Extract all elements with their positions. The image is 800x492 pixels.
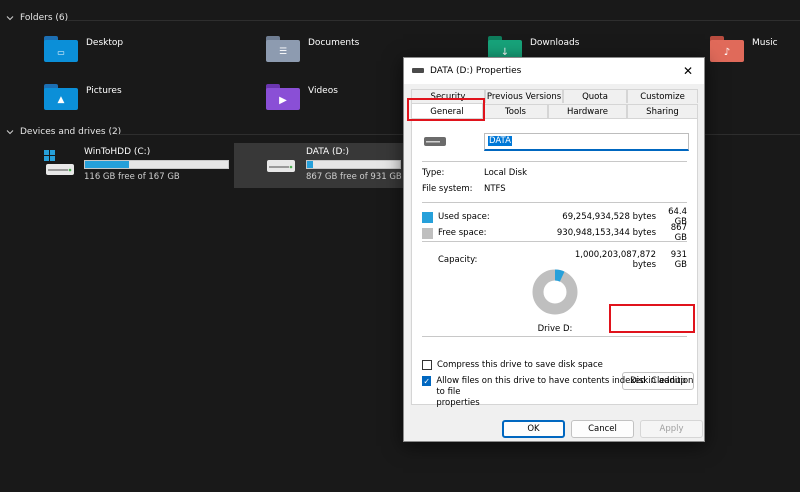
used-space-label: Used space:: [438, 212, 490, 222]
tab-customize[interactable]: Customize: [627, 89, 698, 103]
general-tab-panel: DATA Type: Local Disk File system: NTFS …: [411, 118, 698, 408]
file-system-row: File system: NTFS: [422, 184, 506, 194]
folder-name: Videos: [308, 86, 338, 96]
apply-button[interactable]: Apply: [640, 420, 703, 438]
capacity-label: Capacity:: [438, 255, 478, 265]
tab-quota[interactable]: Quota: [563, 89, 627, 103]
pictures-folder-icon: ▲: [44, 84, 78, 110]
compress-option[interactable]: Compress this drive to save disk space: [422, 360, 603, 370]
index-label-line1: Allow files on this drive to have conten…: [436, 376, 694, 397]
hard-drive-icon: [412, 68, 424, 73]
apply-label: Apply: [659, 424, 684, 434]
chevron-down-icon: [6, 16, 14, 21]
free-space-bytes: 930,948,153,344 bytes: [556, 228, 656, 238]
windows-drive-icon: [44, 150, 74, 180]
drives-section-header[interactable]: Devices and drives (2): [6, 127, 121, 137]
disk-usage-donut-chart: [532, 269, 578, 315]
free-space-swatch: [422, 227, 433, 239]
tab-previous-versions[interactable]: Previous Versions: [485, 89, 563, 103]
divider: [422, 336, 687, 337]
chevron-down-icon: [6, 130, 14, 135]
drive-label-input[interactable]: DATA: [484, 133, 689, 151]
drive-tile-c[interactable]: WinToHDD (C:) 116 GB free of 167 GB: [44, 147, 229, 182]
ok-button[interactable]: OK: [502, 420, 565, 438]
dialog-title: DATA (D:) Properties: [430, 66, 522, 76]
close-icon[interactable]: ✕: [680, 63, 696, 79]
file-system-value: NTFS: [484, 184, 506, 194]
capacity-gb: 931 GB: [670, 250, 687, 270]
general-tab-highlight-annotation: [407, 98, 485, 121]
tab-sharing[interactable]: Sharing: [627, 104, 698, 118]
drives-header-label: Devices and drives (2): [20, 127, 122, 137]
free-space-label: Free space:: [438, 228, 487, 238]
folder-tile-pictures[interactable]: ▲ Pictures: [44, 84, 122, 110]
free-space-gb: 867 GB: [670, 223, 687, 243]
used-space-bytes: 69,254,934,528 bytes: [562, 212, 656, 222]
drive-usage-bar: [84, 160, 229, 169]
folders-section-header[interactable]: Folders (6): [6, 13, 68, 23]
drive-free-space: 867 GB free of 931 GB: [306, 172, 402, 182]
index-label-line2: properties: [436, 398, 480, 408]
free-space-row: Free space: 930,948,153,344 bytes 867 GB: [422, 223, 687, 243]
folder-name: Downloads: [530, 38, 580, 48]
hard-drive-icon: [424, 137, 446, 146]
drive-usage-bar: [306, 160, 401, 169]
music-folder-icon: ♪: [710, 36, 744, 62]
drive-tile-d[interactable]: DATA (D:) 867 GB free of 931 GB: [266, 147, 402, 182]
compress-checkbox[interactable]: [422, 360, 432, 370]
videos-folder-icon: ▶: [266, 84, 300, 110]
folder-tile-desktop[interactable]: ▭ Desktop: [44, 36, 123, 62]
folder-tile-music[interactable]: ♪ Music: [710, 36, 778, 62]
type-row: Type: Local Disk: [422, 168, 527, 178]
tab-hardware[interactable]: Hardware: [548, 104, 627, 118]
folder-name: Desktop: [86, 38, 124, 48]
drive-caption: Drive D:: [537, 324, 573, 334]
index-option[interactable]: ✓ Allow files on this drive to have cont…: [422, 376, 697, 409]
type-label: Type:: [422, 168, 445, 178]
ok-label: OK: [527, 424, 540, 434]
drive-free-space: 116 GB free of 167 GB: [84, 172, 180, 182]
index-checkbox[interactable]: ✓: [422, 376, 432, 386]
hard-drive-icon: [266, 150, 296, 180]
cancel-button[interactable]: Cancel: [571, 420, 634, 438]
folders-header-label: Folders (6): [20, 13, 69, 23]
drive-name: WinToHDD (C:): [84, 147, 151, 157]
dialog-titlebar[interactable]: DATA (D:) Properties ✕: [404, 58, 704, 84]
file-system-label: File system:: [422, 184, 473, 194]
divider: [422, 161, 687, 162]
divider: [422, 202, 687, 203]
cancel-label: Cancel: [588, 424, 617, 434]
disk-cleanup-highlight-annotation: [609, 304, 695, 333]
folder-name: Music: [752, 38, 778, 48]
drive-name: DATA (D:): [306, 147, 350, 157]
folder-name: Documents: [308, 38, 360, 48]
folder-name: Pictures: [86, 86, 122, 96]
compress-label: Compress this drive to save disk space: [437, 360, 603, 370]
folder-tile-videos[interactable]: ▶ Videos: [266, 84, 338, 110]
used-space-swatch: [422, 211, 433, 223]
drive-label-text: DATA: [488, 136, 512, 146]
desktop-folder-icon: ▭: [44, 36, 78, 62]
divider: [422, 241, 687, 242]
documents-folder-icon: ☰: [266, 36, 300, 62]
folder-tile-documents[interactable]: ☰ Documents: [266, 36, 359, 62]
type-value: Local Disk: [484, 168, 527, 178]
tab-tools[interactable]: Tools: [483, 104, 548, 118]
folders-divider: [68, 20, 800, 21]
